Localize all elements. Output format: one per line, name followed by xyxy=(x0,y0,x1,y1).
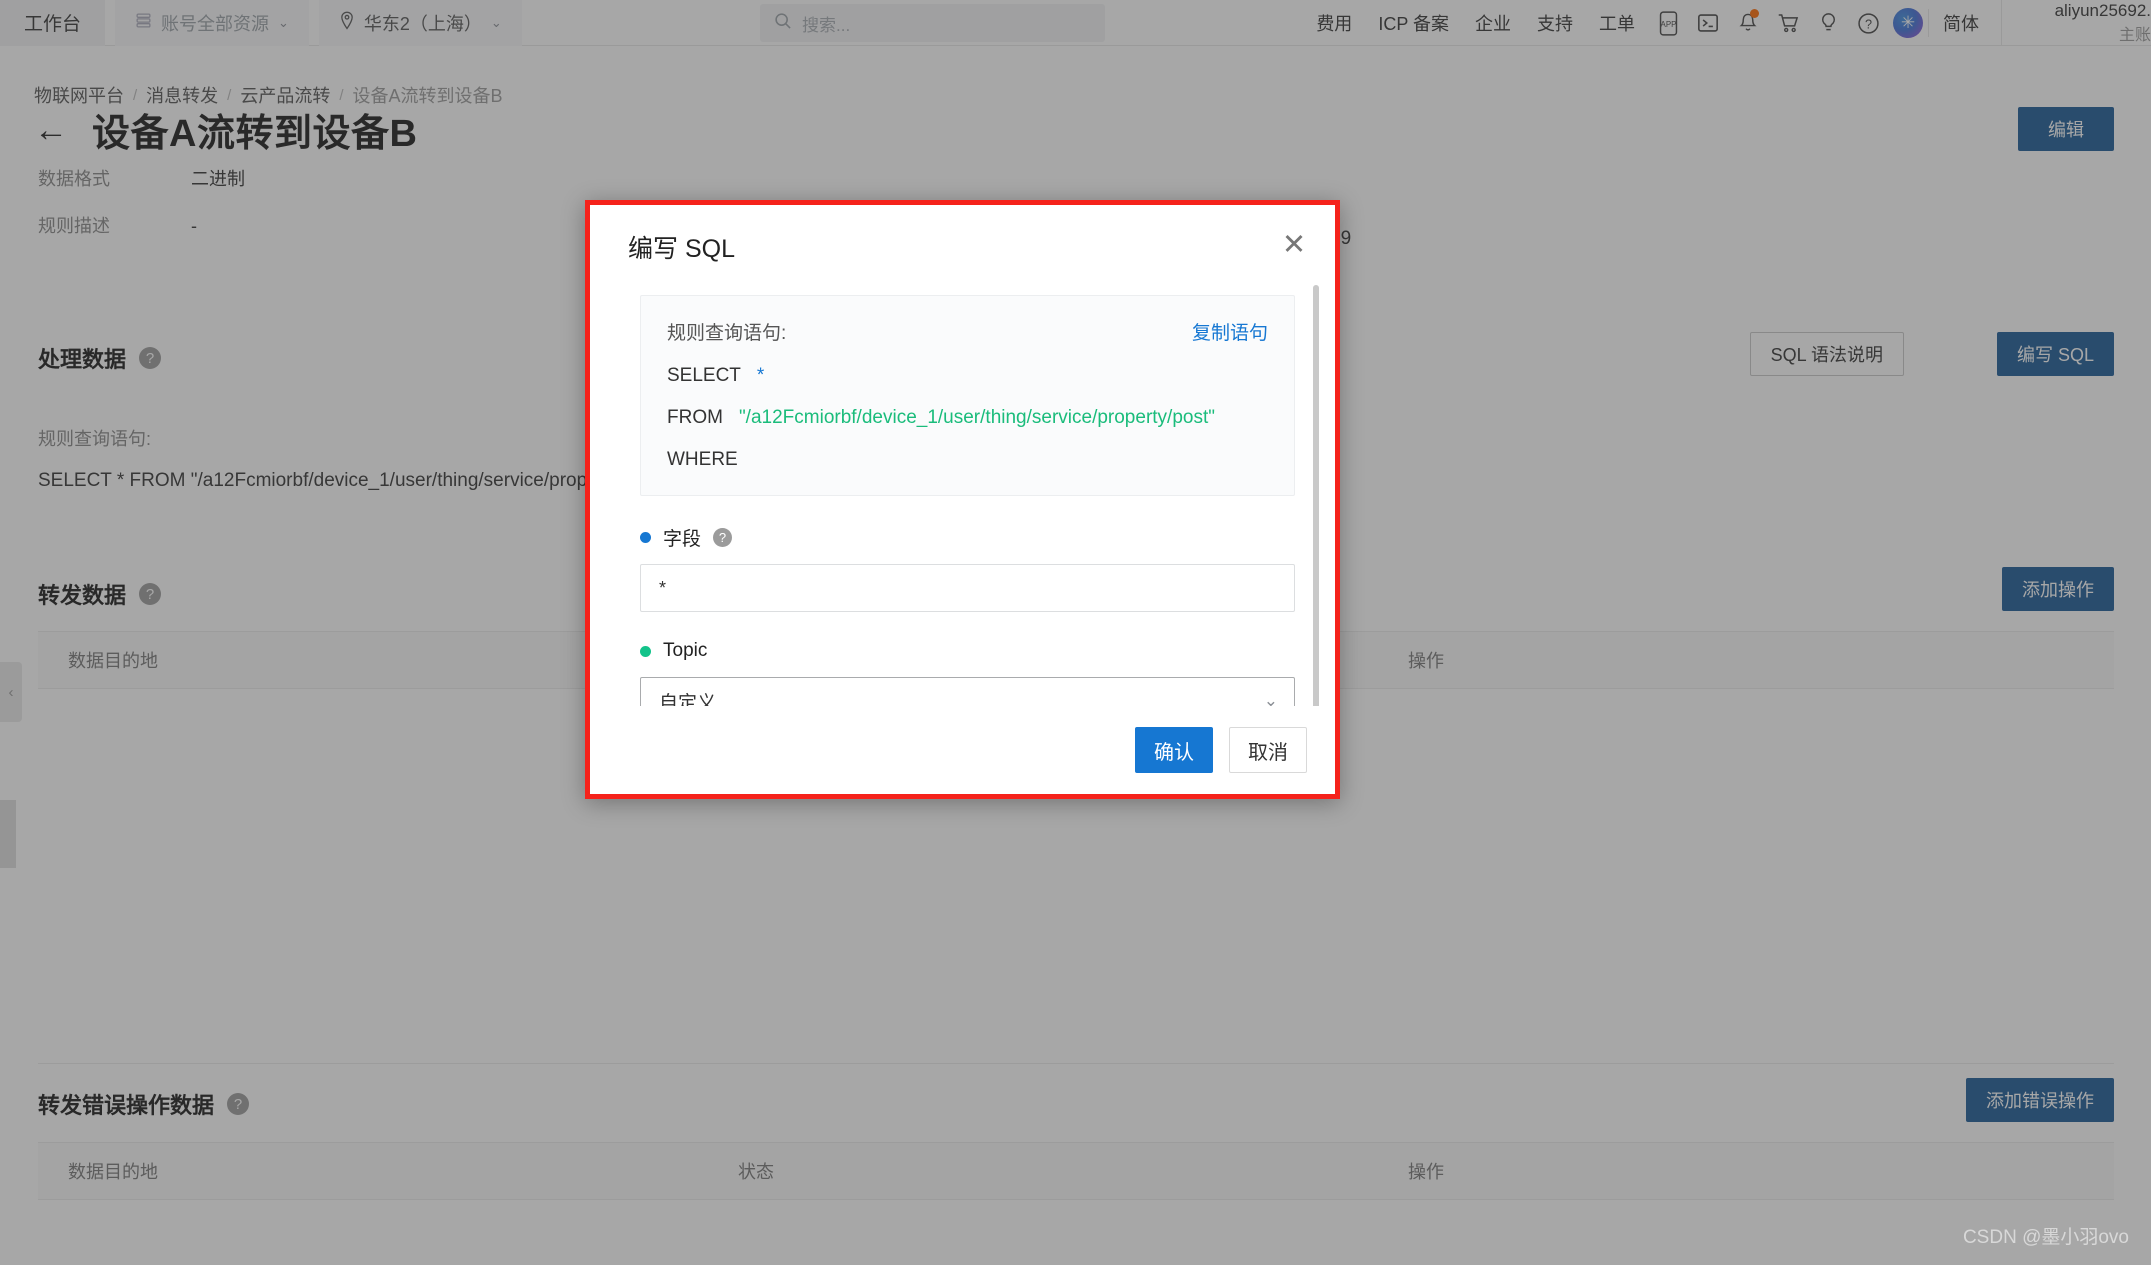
topic-select-type-value: 自定义 xyxy=(659,692,717,707)
dialog-scroll-area: 规则查询语句: 复制语句 SELECT * FROM "/a12Fcmiorbf… xyxy=(612,283,1323,706)
sql-preview-header: 规则查询语句: 复制语句 xyxy=(667,318,1268,345)
help-circle-icon[interactable]: ? xyxy=(713,528,733,547)
edit-sql-dialog: 编写 SQL ✕ 规则查询语句: 复制语句 SELECT * FROM "/a1… xyxy=(585,200,1340,799)
dialog-title: 编写 SQL xyxy=(628,235,735,263)
sql-line-from: FROM "/a12Fcmiorbf/device_1/user/thing/s… xyxy=(667,407,1268,429)
sql-line-where: WHERE xyxy=(667,449,1268,471)
sql-value-from: "/a12Fcmiorbf/device_1/user/thing/servic… xyxy=(738,407,1215,428)
sql-preview-label: 规则查询语句: xyxy=(667,323,787,344)
confirm-button-label: 确认 xyxy=(1154,741,1194,764)
dialog-scrollbar-thumb[interactable] xyxy=(1313,285,1319,706)
sql-keyword-from: FROM xyxy=(667,407,723,428)
cancel-button-label: 取消 xyxy=(1248,741,1288,764)
watermark: CSDN @墨小羽ovo xyxy=(1962,1227,2129,1248)
sql-preview-box: 规则查询语句: 复制语句 SELECT * FROM "/a12Fcmiorbf… xyxy=(640,295,1295,496)
close-icon[interactable]: ✕ xyxy=(1275,225,1313,263)
sql-line-select: SELECT * xyxy=(667,365,1268,387)
status-dot-green xyxy=(640,645,651,657)
field-section-label: 字段 ? xyxy=(640,524,1295,551)
topic-select-type[interactable]: 自定义 ⌄ xyxy=(640,677,1295,706)
field-label-text: 字段 xyxy=(663,529,702,550)
sql-keyword-select: SELECT xyxy=(667,365,741,386)
screen-root: 工作台 账号全部资源 ⌄ 华东2（上海） ⌄ 搜索... 费用 ICP 备案 企… xyxy=(0,0,2151,1265)
dialog-footer: 确认 取消 xyxy=(590,706,1335,794)
dialog-body: 规则查询语句: 复制语句 SELECT * FROM "/a12Fcmiorbf… xyxy=(612,283,1323,706)
topic-label-text: Topic xyxy=(663,640,708,661)
chevron-down-icon: ⌄ xyxy=(1263,691,1278,706)
field-input-value: * xyxy=(659,577,667,598)
sql-value-select: * xyxy=(756,365,765,386)
status-dot-blue xyxy=(640,532,651,543)
cancel-button[interactable]: 取消 xyxy=(1229,727,1307,773)
sql-keyword-where: WHERE xyxy=(667,449,738,470)
field-input[interactable]: * xyxy=(640,564,1295,612)
confirm-button[interactable]: 确认 xyxy=(1135,727,1213,773)
topic-section-label: Topic xyxy=(640,640,1295,662)
copy-statement-link[interactable]: 复制语句 xyxy=(1192,318,1268,345)
